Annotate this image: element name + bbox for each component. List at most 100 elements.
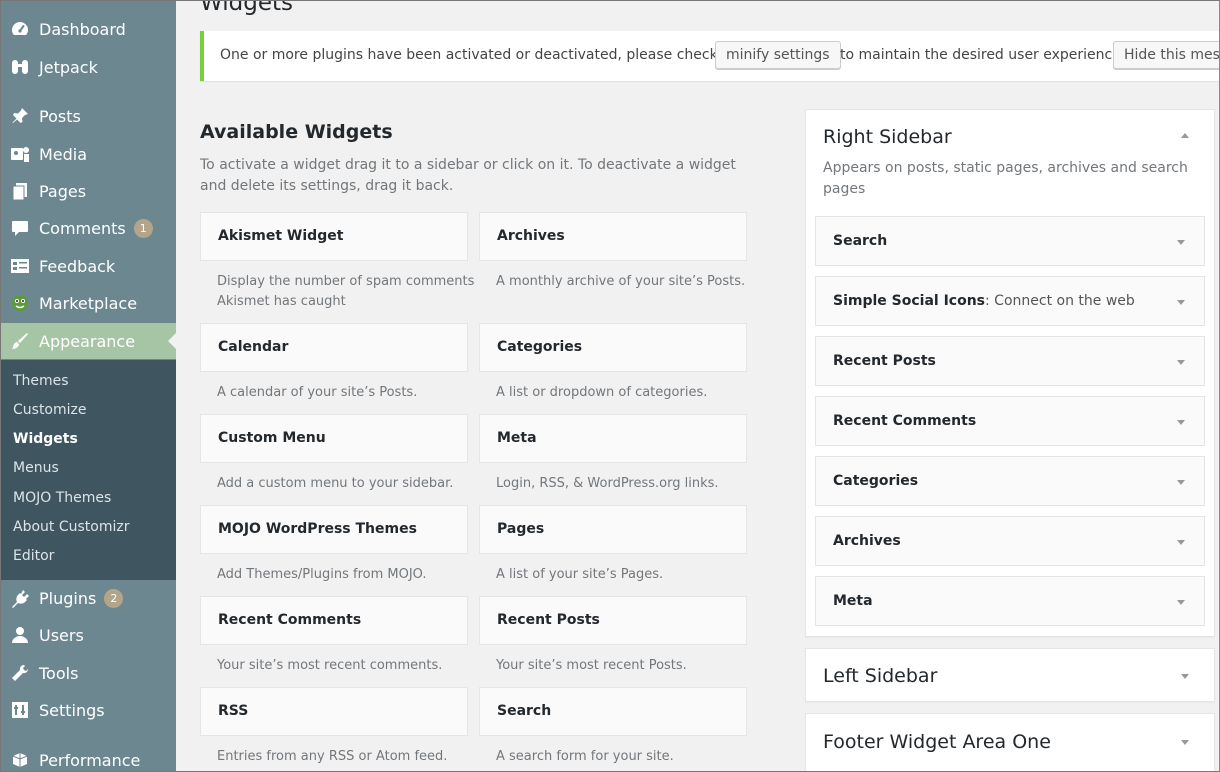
menu-plugins[interactable]: Plugins 2: [0, 580, 176, 616]
menu-media[interactable]: Media: [0, 136, 176, 172]
widget-categories[interactable]: Categories: [479, 323, 747, 372]
menu-label: Comments 1: [39, 218, 153, 238]
available-widgets-description: To activate a widget drag it to a sideba…: [200, 157, 736, 194]
left-sidebar-area[interactable]: Left Sidebar: [805, 648, 1215, 702]
sidebar-widget-simple-social-icons[interactable]: Simple Social Icons: Connect on the web: [815, 276, 1205, 326]
admin-sidebar: Dashboard Jetpack Posts Media Pages Comm…: [0, 0, 176, 772]
menu-performance[interactable]: Performance: [0, 742, 176, 772]
widget-description: Add a custom menu to your sidebar.: [217, 476, 454, 491]
sidebar-widget-archives[interactable]: Archives: [815, 516, 1205, 566]
hide-message-button[interactable]: Hide this message: [1113, 41, 1220, 69]
media-icon: [10, 144, 30, 164]
menu-jetpack[interactable]: Jetpack: [0, 49, 176, 85]
chevron-down-icon[interactable]: [1175, 416, 1187, 428]
dashboard-icon: [10, 19, 30, 39]
menu-label: Performance: [39, 750, 141, 770]
widget-description: A search form for your site.: [496, 749, 674, 764]
menu-settings[interactable]: Settings: [0, 692, 176, 728]
widget-recent-comments[interactable]: Recent Comments: [200, 596, 468, 645]
widget-title: Archives: [497, 228, 565, 244]
widget-description: Your site’s most recent Posts.: [496, 658, 687, 673]
widget-custom-menu[interactable]: Custom Menu: [200, 414, 468, 463]
chevron-down-icon[interactable]: [1178, 669, 1192, 683]
submenu-mojo-themes[interactable]: MOJO Themes: [13, 490, 111, 506]
widget-description: Add Themes/Plugins from MOJO.: [217, 567, 427, 582]
chevron-down-icon[interactable]: [1178, 735, 1192, 749]
widget-recent-posts[interactable]: Recent Posts: [479, 596, 747, 645]
plugin-notice: One or more plugins have been activated …: [200, 31, 1220, 81]
widget-title: MOJO WordPress Themes: [218, 521, 417, 537]
widget-title: RSS: [218, 703, 249, 719]
sidebar-widget-search[interactable]: Search: [815, 216, 1205, 266]
widget-mojo-themes[interactable]: MOJO WordPress Themes: [200, 505, 468, 554]
right-sidebar-title[interactable]: Right Sidebar: [823, 126, 952, 148]
menu-users[interactable]: Users: [0, 617, 176, 653]
widget-title: Calendar: [218, 339, 289, 355]
comments-count-badge: 1: [133, 218, 153, 238]
available-widgets-title: Available Widgets: [200, 121, 393, 143]
user-icon: [10, 625, 30, 645]
sidebar-widget-title: Simple Social Icons: Connect on the web: [833, 293, 1135, 309]
menu-dashboard[interactable]: Dashboard: [0, 11, 176, 47]
widget-meta[interactable]: Meta: [479, 414, 747, 463]
menu-tools[interactable]: Tools: [0, 655, 176, 691]
widget-search[interactable]: Search: [479, 687, 747, 736]
sidebar-widget-recent-comments[interactable]: Recent Comments: [815, 396, 1205, 446]
menu-label: Settings: [39, 700, 105, 720]
submenu-customize[interactable]: Customize: [13, 402, 87, 418]
left-sidebar-title[interactable]: Left Sidebar: [823, 665, 937, 687]
chevron-down-icon[interactable]: [1175, 596, 1187, 608]
widget-rss[interactable]: RSS: [200, 687, 468, 736]
widget-description: A monthly archive of your site’s Posts.: [496, 274, 746, 289]
menu-feedback[interactable]: Feedback: [0, 248, 176, 284]
widget-calendar[interactable]: Calendar: [200, 323, 468, 372]
widget-archives[interactable]: Archives: [479, 212, 747, 261]
widget-title: Recent Comments: [218, 612, 362, 628]
notice-text: One or more plugins have been activated …: [220, 47, 746, 63]
widget-description: A calendar of your site’s Posts.: [217, 385, 418, 400]
submenu-widgets[interactable]: Widgets: [13, 431, 78, 447]
widget-title: Categories: [497, 339, 583, 355]
menu-label: Plugins 2: [39, 588, 124, 608]
menu-label: Tools: [39, 663, 79, 683]
sidebar-widget-meta[interactable]: Meta: [815, 576, 1205, 626]
sidebar-widget-categories[interactable]: Categories: [815, 456, 1205, 506]
submenu-about-customizr[interactable]: About Customizr: [13, 519, 129, 535]
jetpack-icon: [10, 57, 30, 77]
settings-icon: [10, 700, 30, 720]
menu-label: Dashboard: [39, 19, 126, 39]
chevron-down-icon[interactable]: [1175, 296, 1187, 308]
minify-settings-button[interactable]: minify settings: [715, 41, 841, 69]
menu-label: Media: [39, 144, 88, 164]
widget-description: Display the number of spam comments Akis…: [217, 274, 475, 309]
widget-title: Akismet Widget: [218, 228, 344, 244]
submenu-menus[interactable]: Menus: [13, 460, 59, 476]
widget-akismet[interactable]: Akismet Widget: [200, 212, 468, 261]
sidebar-widget-recent-posts[interactable]: Recent Posts: [815, 336, 1205, 386]
notice-text-after: to maintain the desired user experience.: [840, 47, 1126, 63]
menu-label: Jetpack: [39, 57, 98, 77]
sidebar-widget-title: Recent Posts: [833, 353, 936, 369]
footer-widget-area-one[interactable]: Footer Widget Area One: [805, 713, 1215, 772]
footer-area-one-title[interactable]: Footer Widget Area One: [823, 731, 1051, 753]
chevron-down-icon[interactable]: [1175, 476, 1187, 488]
chevron-down-icon[interactable]: [1175, 356, 1187, 368]
appearance-submenu: Themes Customize Widgets Menus MOJO Them…: [0, 360, 176, 580]
widget-description: A list or dropdown of categories.: [496, 385, 708, 400]
submenu-themes[interactable]: Themes: [13, 373, 69, 389]
menu-marketplace[interactable]: Marketplace: [0, 285, 176, 321]
paintbrush-icon: [10, 331, 30, 351]
menu-pages[interactable]: Pages: [0, 173, 176, 209]
menu-posts[interactable]: Posts: [0, 98, 176, 134]
menu-comments[interactable]: Comments 1: [0, 210, 176, 246]
widget-pages[interactable]: Pages: [479, 505, 747, 554]
chevron-down-icon[interactable]: [1175, 536, 1187, 548]
widget-description: Login, RSS, & WordPress.org links.: [496, 476, 719, 491]
chevron-down-icon[interactable]: [1175, 236, 1187, 248]
menu-appearance[interactable]: Appearance: [0, 323, 176, 359]
menu-label: Users: [39, 625, 84, 645]
pin-icon: [10, 106, 30, 126]
chevron-up-icon[interactable]: [1178, 129, 1192, 143]
submenu-editor[interactable]: Editor: [13, 548, 54, 564]
plugin-icon: [10, 588, 30, 608]
